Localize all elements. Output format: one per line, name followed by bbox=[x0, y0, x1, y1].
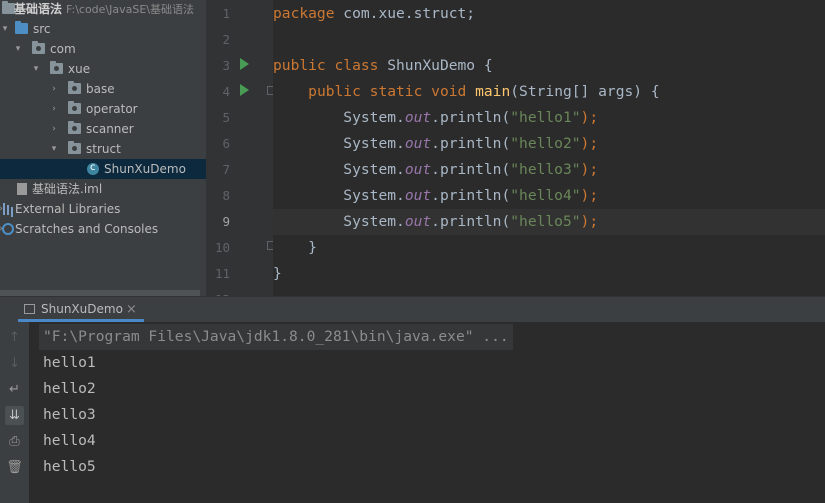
tree-item-com[interactable]: ▾ com bbox=[0, 39, 206, 59]
line-number: 9 bbox=[222, 214, 230, 229]
chevron-down-icon[interactable]: ▾ bbox=[13, 39, 23, 59]
line-number: 2 bbox=[222, 32, 230, 47]
tree-item-struct[interactable]: ▾ struct bbox=[0, 139, 206, 159]
chevron-right-icon[interactable]: › bbox=[49, 79, 59, 99]
tree-item-label: src bbox=[33, 22, 51, 36]
tree-item-scratches[interactable]: › Scratches and Consoles bbox=[0, 219, 206, 239]
tree-item-label: 基础语法.iml bbox=[32, 182, 103, 196]
package-icon bbox=[68, 121, 81, 134]
line-number: 1 bbox=[222, 6, 230, 21]
chevron-right-icon[interactable]: › bbox=[49, 119, 59, 139]
library-icon bbox=[2, 203, 14, 215]
tree-item-label: base bbox=[86, 82, 115, 96]
code-line: System.out.println("hello1"); bbox=[343, 109, 599, 126]
print-icon[interactable]: ⎙ bbox=[5, 432, 24, 451]
tree-item-base[interactable]: › base bbox=[0, 79, 206, 99]
chevron-down-icon[interactable]: ▾ bbox=[0, 19, 10, 39]
chevron-down-icon[interactable]: ▾ bbox=[49, 139, 59, 159]
package-icon bbox=[68, 81, 81, 94]
run-main-icon[interactable] bbox=[240, 84, 249, 96]
code-line-current: System.out.println("hello5"); bbox=[273, 209, 825, 235]
line-number: 11 bbox=[214, 266, 230, 281]
package-icon bbox=[50, 61, 63, 74]
tree-item-label: operator bbox=[86, 102, 138, 116]
code-line: System.out.println("hello2"); bbox=[343, 135, 599, 152]
code-line: } bbox=[308, 239, 317, 256]
code-editor[interactable]: package com.xue.struct; public class Shu… bbox=[273, 0, 825, 296]
tree-item-scanner[interactable]: › scanner bbox=[0, 119, 206, 139]
scratches-icon bbox=[2, 223, 14, 235]
chevron-right-icon[interactable]: › bbox=[49, 99, 59, 119]
line-number: 4 bbox=[222, 84, 230, 99]
java-class-icon bbox=[87, 158, 99, 178]
source-folder-icon bbox=[15, 21, 28, 34]
module-file-icon bbox=[17, 183, 27, 195]
console-output-line: hello4 bbox=[43, 432, 96, 449]
package-icon bbox=[32, 41, 45, 54]
tree-item-iml[interactable]: 基础语法.iml bbox=[0, 179, 206, 199]
code-line: System.out.println("hello3"); bbox=[343, 161, 599, 178]
soft-wrap-icon[interactable]: ↵ bbox=[5, 380, 24, 399]
tree-item-label: xue bbox=[68, 62, 91, 76]
chevron-down-icon[interactable]: ▾ bbox=[31, 59, 41, 79]
code-line: public class ShunXuDemo { bbox=[273, 57, 493, 74]
tree-item-shunxudemo[interactable]: ShunXuDemo bbox=[0, 158, 206, 179]
tree-item-project-root[interactable]: ▾ 基础语法F:\code\JavaSE\基础语法 bbox=[0, 0, 206, 19]
run-class-icon[interactable] bbox=[240, 58, 249, 70]
line-number: 12 bbox=[206, 287, 230, 296]
tree-item-label: ShunXuDemo bbox=[104, 162, 186, 176]
console-command-line: "F:\Program Files\Java\jdk1.8.0_281\bin\… bbox=[39, 324, 513, 350]
trash-icon[interactable]: 🗑 bbox=[5, 458, 24, 477]
line-number: 3 bbox=[222, 58, 230, 73]
console-icon bbox=[24, 304, 35, 314]
tree-item-external-libraries[interactable]: › External Libraries bbox=[0, 199, 206, 219]
line-number: 10 bbox=[214, 240, 230, 255]
tree-item-operator[interactable]: › operator bbox=[0, 99, 206, 119]
tree-item-label: Scratches and Consoles bbox=[15, 222, 159, 236]
tree-item-xue[interactable]: ▾ xue bbox=[0, 59, 206, 79]
line-number: 7 bbox=[222, 162, 230, 177]
console-output-line: hello5 bbox=[43, 458, 96, 475]
tree-item-label: com bbox=[50, 42, 76, 56]
run-toolbar: ↑ ↓ ↵ ⇊ ⎙ 🗑 bbox=[0, 322, 29, 503]
code-line: public static void main(String[] args) { bbox=[308, 83, 660, 100]
tree-item-label: scanner bbox=[86, 122, 134, 136]
console-output-line: hello2 bbox=[43, 380, 96, 397]
code-line: } bbox=[273, 265, 282, 282]
run-tool-window-header: ShunXuDemo × bbox=[0, 296, 825, 322]
line-number: 6 bbox=[222, 136, 230, 151]
console-output[interactable]: "F:\Program Files\Java\jdk1.8.0_281\bin\… bbox=[29, 322, 825, 503]
project-path: F:\code\JavaSE\基础语法 bbox=[66, 3, 195, 16]
project-tree: ▾ 基础语法F:\code\JavaSE\基础语法 ▾ src ▾ com ▾ … bbox=[0, 0, 206, 296]
down-arrow-icon[interactable]: ↓ bbox=[5, 354, 24, 373]
up-arrow-icon[interactable]: ↑ bbox=[5, 328, 24, 347]
code-line: package com.xue.struct; bbox=[273, 5, 476, 22]
package-icon bbox=[68, 101, 81, 114]
project-name: 基础语法 bbox=[14, 2, 63, 16]
tree-item-label: struct bbox=[86, 142, 121, 156]
tree-item-label: External Libraries bbox=[15, 202, 121, 216]
tree-item-src[interactable]: ▾ src bbox=[0, 19, 206, 39]
code-line: System.out.println("hello4"); bbox=[343, 187, 599, 204]
scroll-to-end-icon[interactable]: ⇊ bbox=[5, 406, 24, 425]
console-output-line: hello3 bbox=[43, 406, 96, 423]
line-number: 5 bbox=[222, 110, 230, 125]
package-icon bbox=[68, 141, 81, 154]
line-number: 8 bbox=[222, 188, 230, 203]
console-output-line: hello1 bbox=[43, 354, 96, 371]
